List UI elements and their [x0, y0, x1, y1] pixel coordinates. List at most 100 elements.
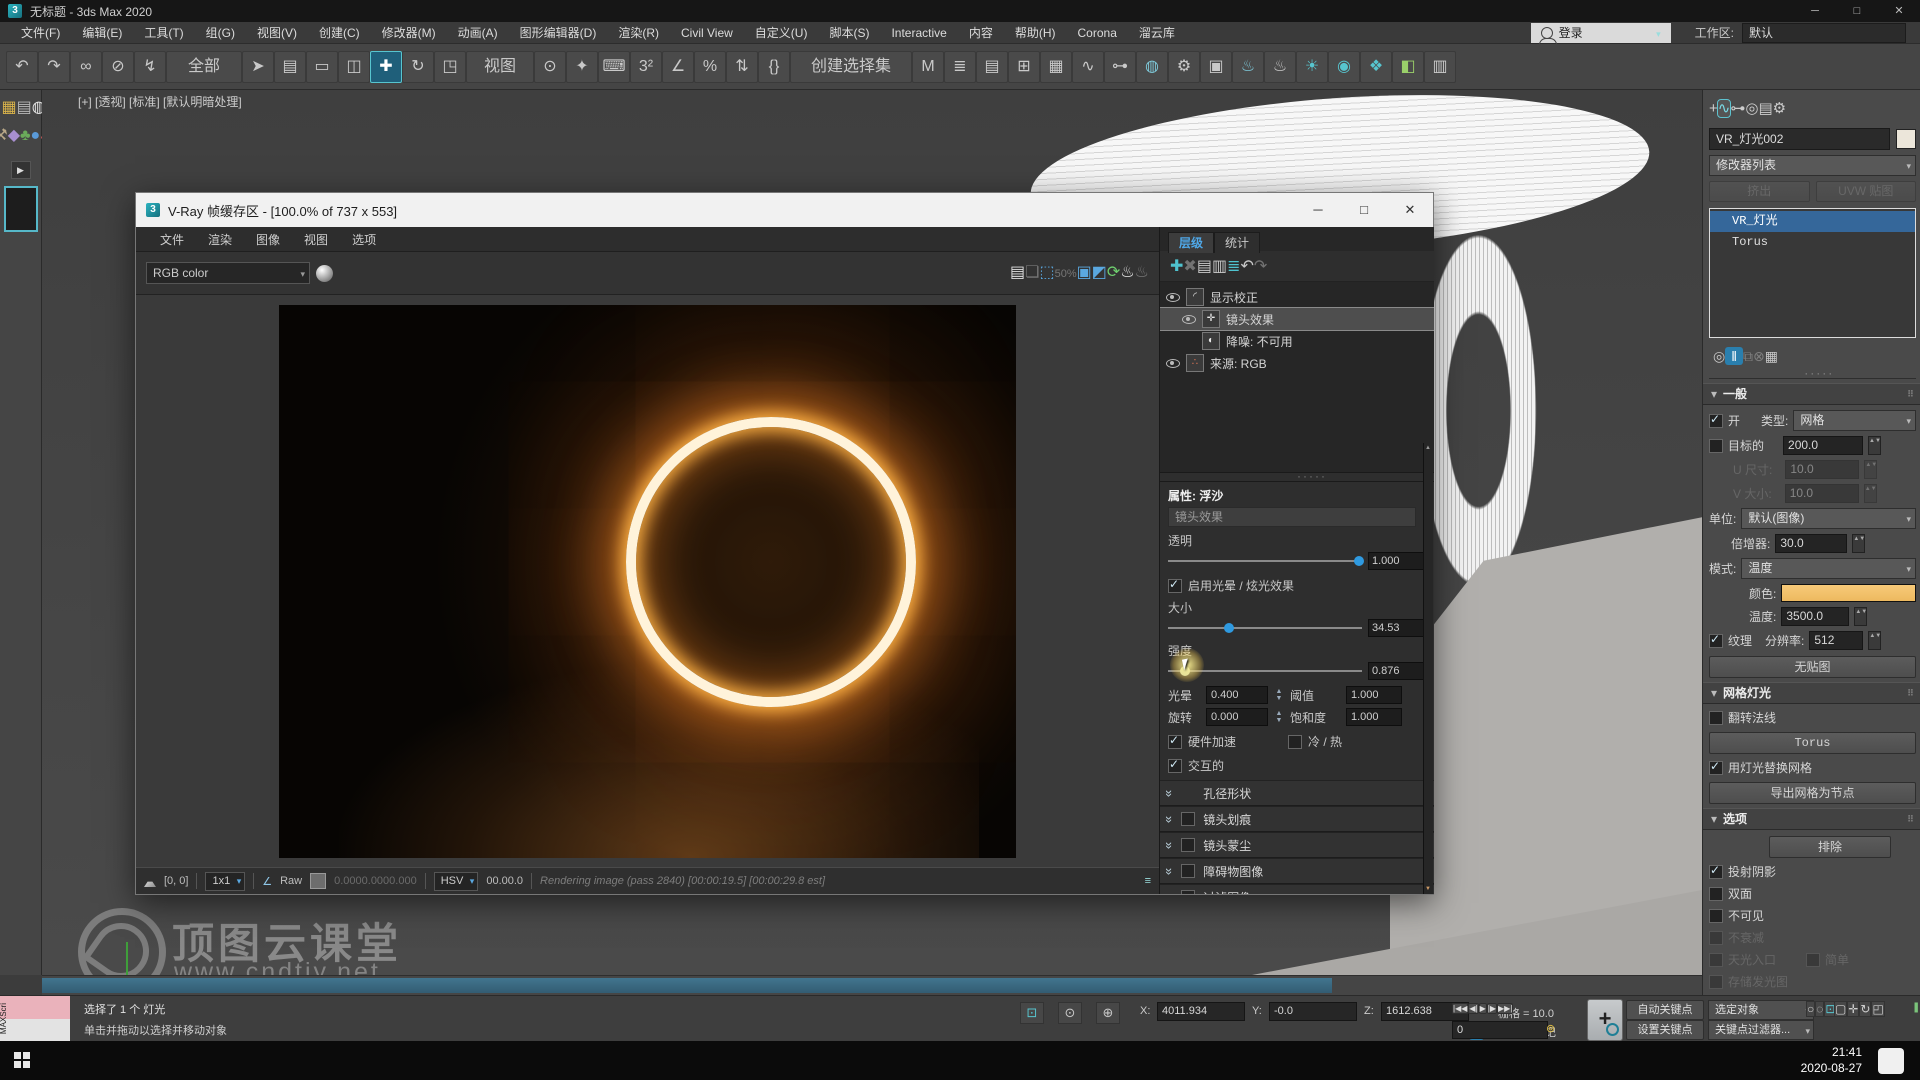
align-icon[interactable]: ≣ — [944, 51, 976, 83]
saturation-field[interactable]: 1.000 — [1346, 708, 1402, 726]
scene-torus-wireframe[interactable] — [1420, 233, 1537, 588]
render-production-icon[interactable]: ♨ — [1232, 51, 1264, 83]
show-end-result-icon[interactable]: ‖ — [1725, 347, 1743, 365]
mirror-icon[interactable]: M — [912, 51, 944, 83]
window-crossing-icon[interactable]: ◫ — [338, 51, 370, 83]
vfb-menu-item[interactable]: 选项 — [340, 233, 388, 247]
corona-toolbar-icon[interactable]: ◧ — [1392, 51, 1424, 83]
zoom-icon[interactable]: ○ — [1806, 1001, 1815, 1017]
spinner-snap-icon[interactable]: ⇅ — [726, 51, 758, 83]
section-aperture-shape[interactable]: » 孔径形状 — [1160, 780, 1434, 806]
remove-modifier-icon[interactable]: ⊗ — [1753, 348, 1765, 364]
selection-region-icon[interactable]: ▭ — [306, 51, 338, 83]
vfb-minimize-button[interactable]: ─ — [1295, 193, 1341, 227]
save-image-icon[interactable]: ▤ — [1010, 264, 1025, 281]
menu-item[interactable]: 脚本(S) — [818, 26, 880, 40]
exclude-button[interactable]: 排除 — [1769, 836, 1891, 858]
pan-view-icon[interactable]: ✛ — [1847, 1001, 1859, 1017]
menu-item[interactable]: 动画(A) — [447, 26, 509, 40]
key-filters-button[interactable]: 关键点过滤器... — [1708, 1020, 1814, 1040]
mode-dropdown[interactable]: 温度 — [1741, 558, 1916, 579]
extra-tool-icon[interactable]: ▥ — [1424, 51, 1456, 83]
notification-bars-icon[interactable]: ❚❚ — [1912, 1002, 1920, 1013]
extrude-button[interactable]: 挤出 — [1709, 181, 1810, 202]
next-frame-button[interactable]: |▶ — [1487, 1003, 1497, 1014]
temperature-field[interactable]: 3500.0 — [1781, 607, 1849, 626]
rendered-image[interactable] — [279, 305, 1016, 858]
invisible-checkbox[interactable] — [1709, 909, 1723, 923]
target-distance-field[interactable]: 200.0 — [1783, 436, 1863, 455]
layer-display-correction[interactable]: ◜ 显示校正 — [1160, 286, 1434, 308]
multiplier-field[interactable]: 30.0 — [1775, 534, 1847, 553]
glow-field[interactable]: 0.400 — [1206, 686, 1268, 704]
crate-icon[interactable]: ▦ — [1, 99, 16, 116]
simple-checkbox[interactable] — [1806, 953, 1820, 967]
play-button[interactable]: ▶ — [1479, 1003, 1487, 1014]
orbit-icon[interactable]: ↻ — [1859, 1001, 1871, 1017]
pick-mesh-button[interactable]: Torus — [1709, 732, 1916, 754]
refresh-icon[interactable]: ⟳ — [1107, 264, 1120, 281]
expand-icon[interactable]: ≡ — [1145, 875, 1151, 887]
absolute-mode-icon[interactable]: ⊕ — [1096, 1002, 1120, 1024]
drawer-icon[interactable]: ▤ — [17, 99, 32, 116]
tab-create[interactable]: + — [1709, 100, 1718, 117]
menu-item[interactable]: 自定义(U) — [744, 26, 819, 40]
use-pivot-center-icon[interactable]: ⊙ — [534, 51, 566, 83]
x-field[interactable]: 4011.934 — [1157, 1002, 1245, 1021]
interactive-checkbox[interactable] — [1168, 759, 1182, 773]
select-and-rotate-icon[interactable]: ↻ — [402, 51, 434, 83]
make-unique-icon[interactable]: ⧉ — [1743, 348, 1753, 364]
cast-shadows-checkbox[interactable] — [1709, 865, 1723, 879]
object-name-field[interactable]: VR_灯光002 — [1709, 128, 1890, 150]
vfb-menu-item[interactable]: 渲染 — [196, 233, 244, 247]
isolate-selection-icon[interactable]: ⊡ — [1020, 1002, 1044, 1024]
spinner-icon[interactable]: ▲▼ — [1868, 631, 1881, 650]
visibility-eye-icon[interactable] — [1182, 315, 1196, 324]
set-keys-button[interactable]: + — [1587, 999, 1623, 1041]
minimize-button[interactable]: ─ — [1794, 0, 1836, 22]
previous-frame-button[interactable]: ◀| — [1468, 1003, 1478, 1014]
tab-utilities[interactable]: ⚙ — [1773, 100, 1786, 117]
system-clock[interactable]: 21:41 2020-08-27 — [1801, 1044, 1862, 1076]
selection-set-dropdown[interactable]: 选定对象 — [1708, 1000, 1814, 1020]
export-mesh-button[interactable]: 导出网格为节点 — [1709, 782, 1916, 804]
maxscript-mini-listener-output[interactable] — [0, 1019, 70, 1042]
vray-light-icon[interactable]: ☀ — [1296, 51, 1328, 83]
object-color-swatch[interactable] — [1896, 129, 1916, 149]
vertical-scrollbar[interactable] — [1423, 443, 1433, 894]
keyboard-shortcut-override-icon[interactable]: ⌨ — [598, 51, 630, 83]
material-editor-icon[interactable]: ◍ — [1136, 51, 1168, 83]
section-checkbox[interactable] — [1181, 812, 1195, 826]
toggle-scene-explorer-icon[interactable]: ▤ — [976, 51, 1008, 83]
uvw-map-button[interactable]: UVW 贴图 — [1816, 181, 1917, 202]
menu-item[interactable]: 编辑(E) — [71, 26, 133, 40]
login-button[interactable]: 登录 — [1531, 23, 1671, 43]
panel-splitter[interactable] — [1709, 370, 1916, 379]
selected-effect-item[interactable]: 镜头效果 — [1168, 507, 1416, 527]
set-key-button[interactable]: 设置关键点 — [1626, 1020, 1704, 1040]
render-iterative-icon[interactable]: ♨ — [1264, 51, 1296, 83]
opacity-slider[interactable] — [1168, 560, 1362, 562]
toggle-ribbon-icon[interactable]: ▦ — [1040, 51, 1072, 83]
track-mouse-while-rendering-icon[interactable]: ◩ — [1092, 264, 1107, 281]
maximize-viewport-toggle-icon[interactable]: ◰ — [1871, 1001, 1884, 1017]
tab-stats[interactable]: 统计 — [1214, 232, 1260, 253]
select-and-scale-icon[interactable]: ◳ — [434, 51, 466, 83]
spinner-icon[interactable]: ▲▼ — [1864, 460, 1877, 479]
tree-icon[interactable]: ♣ — [20, 127, 31, 144]
add-layer-icon[interactable]: ✚ — [1170, 258, 1183, 275]
maximize-button[interactable]: □ — [1836, 0, 1878, 22]
skylight-portal-checkbox[interactable] — [1709, 953, 1723, 967]
y-field[interactable]: -0.0 — [1269, 1002, 1357, 1021]
spinner-icon[interactable]: ▲▼ — [1272, 710, 1286, 724]
layer-denoiser[interactable]: ◐ 降噪: 不可用 — [1160, 330, 1434, 352]
current-frame-field[interactable]: 0 — [1452, 1021, 1548, 1039]
section-lens-scratches[interactable]: » 镜头划痕 — [1160, 806, 1434, 832]
reference-coordinate-dropdown[interactable]: 视图 — [466, 51, 534, 83]
bind-to-space-warp-icon[interactable]: ↯ — [134, 51, 166, 83]
store-irradiance-checkbox[interactable] — [1709, 975, 1723, 989]
texture-map-button[interactable]: 无贴图 — [1709, 656, 1916, 678]
duplicate-to-host-frame-buffer-icon[interactable]: ⬚ — [1040, 264, 1055, 281]
vfb-titlebar[interactable]: 3 V-Ray 帧缓存区 - [100.0% of 737 x 553] ─ □… — [136, 193, 1433, 227]
vfb-maximize-button[interactable]: □ — [1341, 193, 1387, 227]
